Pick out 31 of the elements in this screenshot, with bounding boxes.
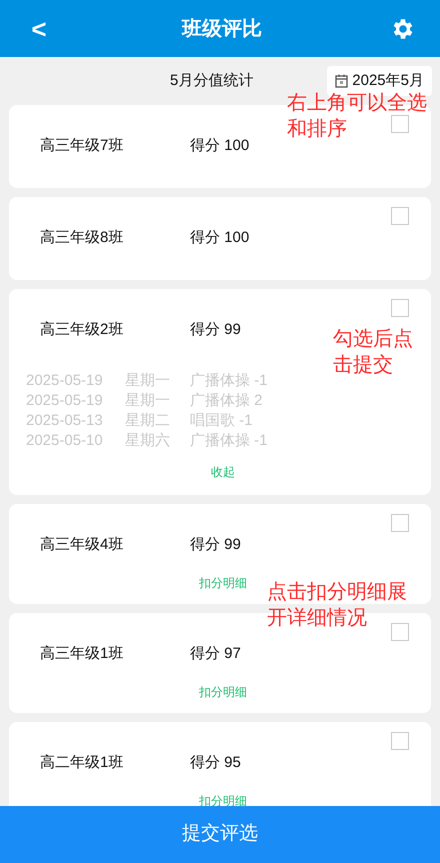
summary-title: 5月分值统计 (170, 70, 254, 91)
calendar-icon (335, 74, 348, 88)
checkbox[interactable] (391, 115, 409, 133)
submit-button[interactable]: 提交评选 (0, 806, 440, 863)
class-name: 高二年级1班 (40, 753, 124, 773)
detail-toggle-link[interactable]: 扣分明细 (199, 683, 247, 701)
checkbox[interactable] (391, 207, 409, 225)
class-name: 高三年级2班 (40, 320, 124, 340)
annotation-note: 和排序 (287, 117, 347, 141)
class-name: 高三年级8班 (40, 228, 124, 248)
class-name: 高三年级7班 (40, 136, 124, 156)
class-score: 得分 97 (190, 644, 241, 664)
annotation-note: 点击扣分明细展 (267, 580, 407, 604)
page-title: 班级评比 (182, 16, 262, 42)
detail-toggle-link[interactable]: 收起 (211, 463, 235, 481)
back-button[interactable]: < (24, 14, 54, 42)
annotation-note: 击提交 (333, 353, 393, 377)
class-score: 得分 100 (190, 228, 250, 248)
annotation-note: 勾选后点 (333, 327, 413, 351)
class-score: 得分 99 (190, 320, 241, 340)
checkbox[interactable] (391, 299, 409, 317)
class-score: 得分 99 (190, 535, 241, 555)
annotation-note: 开详细情况 (267, 606, 367, 630)
class-name: 高三年级1班 (40, 644, 124, 664)
checkbox[interactable] (391, 623, 409, 641)
checkbox[interactable] (391, 732, 409, 750)
detail-toggle-link[interactable]: 扣分明细 (199, 574, 247, 592)
class-score: 得分 95 (190, 753, 241, 773)
class-score: 得分 100 (190, 136, 250, 156)
class-name: 高三年级4班 (40, 535, 124, 555)
checkbox[interactable] (391, 514, 409, 532)
